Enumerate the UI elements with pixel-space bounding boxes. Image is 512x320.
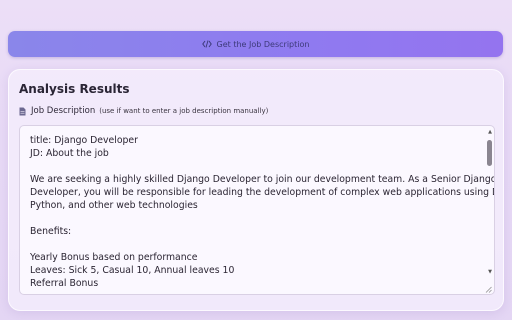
scroll-thumb[interactable]	[487, 140, 492, 166]
code-icon	[201, 40, 212, 48]
textarea-line: Benefits:	[30, 226, 72, 237]
scroll-up-arrow-icon[interactable]: ▲	[488, 129, 492, 135]
scroll-down-arrow-icon[interactable]: ▼	[488, 269, 492, 275]
textarea-line: Referral Bonus	[30, 278, 99, 289]
get-job-description-label: Get the Job Description	[216, 39, 310, 49]
panel-title: Analysis Results	[19, 82, 130, 96]
job-description-label: Job Description	[31, 106, 96, 116]
textarea-line: Leaves: Sick 5, Casual 10, Annual leaves…	[30, 265, 235, 276]
textarea-line: Python, and other web technologies	[30, 200, 198, 211]
textarea-line: JD: About the job	[30, 148, 109, 159]
job-description-hint: (use if want to enter a job description …	[99, 107, 269, 115]
textarea-line: Yearly Bonus based on performance	[30, 252, 198, 263]
textarea-scrollbar[interactable]: ▲ ▼	[484, 126, 494, 294]
textarea-line: Developer, you will be responsible for l…	[30, 187, 495, 198]
get-job-description-button[interactable]: Get the Job Description	[8, 31, 503, 57]
textarea-line: We are seeking a highly skilled Django D…	[30, 174, 495, 185]
job-description-label-row: Job Description (use if want to enter a …	[19, 106, 268, 116]
textarea-content: title: Django Developer JD: About the jo…	[30, 134, 495, 290]
analysis-results-panel: Analysis Results Job Description (use if…	[8, 69, 504, 311]
job-description-textarea[interactable]: title: Django Developer JD: About the jo…	[19, 125, 495, 295]
resize-grip-icon[interactable]	[485, 286, 492, 293]
textarea-line: title: Django Developer	[30, 135, 138, 146]
document-icon	[19, 107, 26, 115]
